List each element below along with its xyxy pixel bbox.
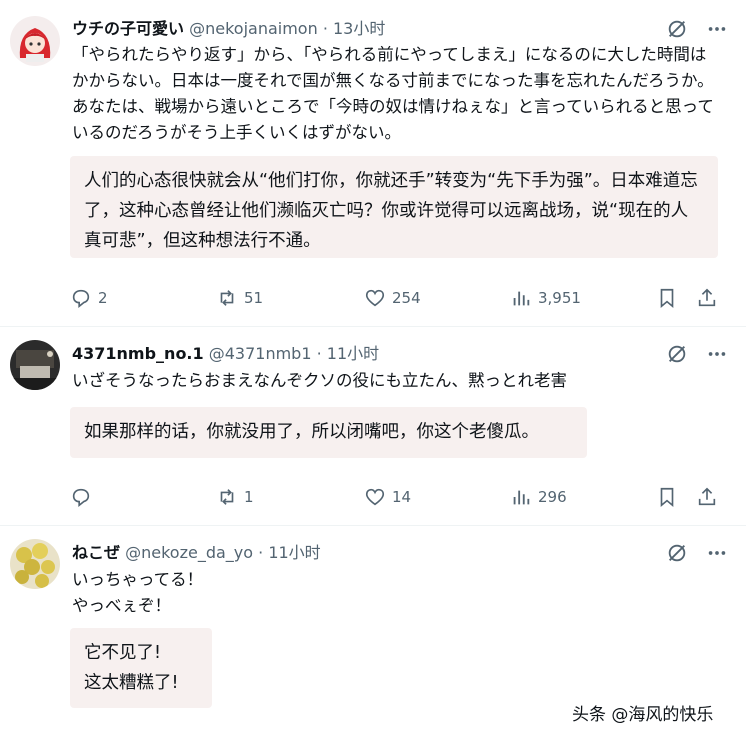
share-icon [698,288,716,307]
views-icon [513,490,530,505]
post-actions: 2 51 254 3,951 [70,286,730,310]
reply-count: 2 [98,289,108,307]
divider [0,326,746,327]
view-count: 3,951 [538,289,581,307]
author-handle[interactable]: @nekojanaimon [189,19,318,38]
divider [0,525,746,526]
author-handle[interactable]: @4371nmb1 [209,344,312,363]
post-text: 「やられたらやり返す」から、「やられる前にやってしまえ」になるのに大した時間はか… [72,45,714,142]
translation-box: 人们的心态很快就会从“他们打你，你就还手”转变为“先下手为强”。日本难道忘了，这… [70,156,718,258]
bookmark-icon [660,487,674,508]
views-button[interactable]: 3,951 [510,286,581,310]
view-count: 296 [538,488,567,506]
repost-button[interactable]: 51 [216,286,263,310]
share-icon [698,487,716,506]
author-name[interactable]: 4371nmb_no.1 [72,344,204,363]
like-button[interactable]: 14 [364,485,411,509]
reply-icon [72,488,90,507]
avatar[interactable] [10,16,60,66]
repost-count: 1 [244,488,254,506]
post-time[interactable]: · 11小时 [317,344,380,363]
share-button[interactable] [696,286,718,310]
watermark: 头条 @海风的快乐 [572,705,714,725]
like-count: 254 [392,289,421,307]
post-time[interactable]: · 13小时 [323,19,386,38]
post-text-line: やっべぇぞ！ [72,596,171,615]
avatar-room-image [10,340,60,390]
translation-box: 如果那样的话，你就没用了，所以闭嘴吧，你这个老傻瓜。 [70,407,587,458]
heart-icon [365,289,385,307]
like-button[interactable]: 254 [364,286,421,310]
repost-button[interactable]: 1 [216,485,254,509]
avatar[interactable] [10,340,60,390]
author-name[interactable]: ウチの子可愛い [72,19,184,38]
post-text: いっちゃってる！ やっべぇぞ！ [72,567,722,619]
translation-box: 它不见了! 这太糟糕了! [70,628,212,708]
views-icon [513,291,530,306]
reply-button[interactable]: 2 [70,286,108,310]
repost-icon [220,290,234,306]
author-name[interactable]: ねこぜ [72,543,120,562]
reply-button[interactable] [70,485,98,509]
like-count: 14 [392,488,412,506]
avatar-food-image [10,539,60,589]
author-handle[interactable]: @nekoze_da_yo [125,543,253,562]
more-options-icon[interactable] [706,18,728,40]
repost-count: 51 [244,289,264,307]
translation-line: 它不见了! [84,643,162,663]
heart-icon [365,488,385,506]
bookmark-button[interactable] [656,286,678,310]
share-button[interactable] [696,485,718,509]
avatar[interactable] [10,539,60,589]
more-options-icon[interactable] [706,343,728,365]
post-actions: 1 14 296 [70,485,730,509]
views-button[interactable]: 296 [510,485,567,509]
avatar-anime-girl-image [10,16,60,66]
post-text-line: いっちゃってる！ [72,570,204,589]
grok-icon[interactable] [666,542,688,564]
grok-icon[interactable] [666,343,688,365]
repost-icon [220,489,234,505]
grok-icon[interactable] [666,18,688,40]
more-options-icon[interactable] [706,542,728,564]
post-time[interactable]: · 11小时 [258,543,321,562]
post-text: いざそうなったらおまえなんぞクソの役にも立たん、黙っとれ老害 [72,371,567,390]
bookmark-icon [660,288,674,309]
translation-line: 这太糟糕了! [84,673,179,693]
bookmark-button[interactable] [656,485,678,509]
reply-icon [72,289,90,308]
